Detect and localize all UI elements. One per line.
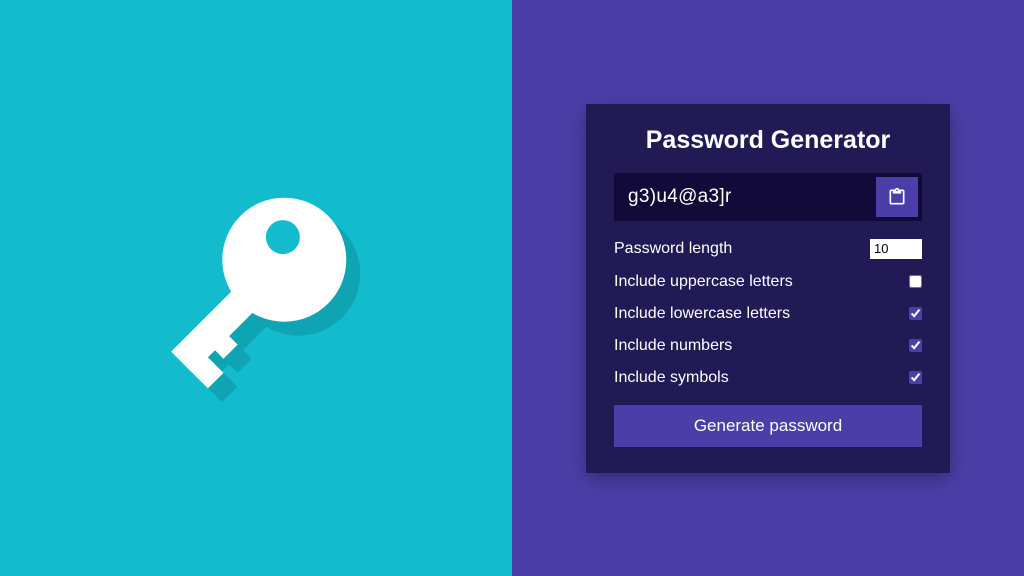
app-panel: Password Generator g3)u4@a3]r Password l…: [512, 0, 1024, 576]
generate-button[interactable]: Generate password: [614, 405, 922, 447]
generator-card: Password Generator g3)u4@a3]r Password l…: [586, 104, 950, 473]
clipboard-icon: [887, 187, 907, 207]
setting-uppercase: Include uppercase letters: [614, 273, 922, 291]
decorative-panel: [0, 0, 512, 576]
lowercase-checkbox[interactable]: [909, 307, 922, 320]
copy-button[interactable]: [876, 177, 918, 217]
setting-symbols: Include symbols: [614, 369, 922, 387]
setting-length: Password length: [614, 239, 922, 259]
symbols-label: Include symbols: [614, 369, 729, 387]
numbers-checkbox[interactable]: [909, 339, 922, 352]
uppercase-checkbox[interactable]: [909, 275, 922, 288]
result-container: g3)u4@a3]r: [614, 173, 922, 221]
length-input[interactable]: [870, 239, 922, 259]
page-title: Password Generator: [614, 126, 922, 155]
setting-numbers: Include numbers: [614, 337, 922, 355]
numbers-label: Include numbers: [614, 337, 732, 355]
length-label: Password length: [614, 240, 732, 258]
key-icon: [131, 163, 381, 413]
uppercase-label: Include uppercase letters: [614, 273, 793, 291]
lowercase-label: Include lowercase letters: [614, 305, 790, 323]
generated-password: g3)u4@a3]r: [614, 173, 872, 221]
key-illustration: [131, 163, 381, 413]
symbols-checkbox[interactable]: [909, 371, 922, 384]
setting-lowercase: Include lowercase letters: [614, 305, 922, 323]
